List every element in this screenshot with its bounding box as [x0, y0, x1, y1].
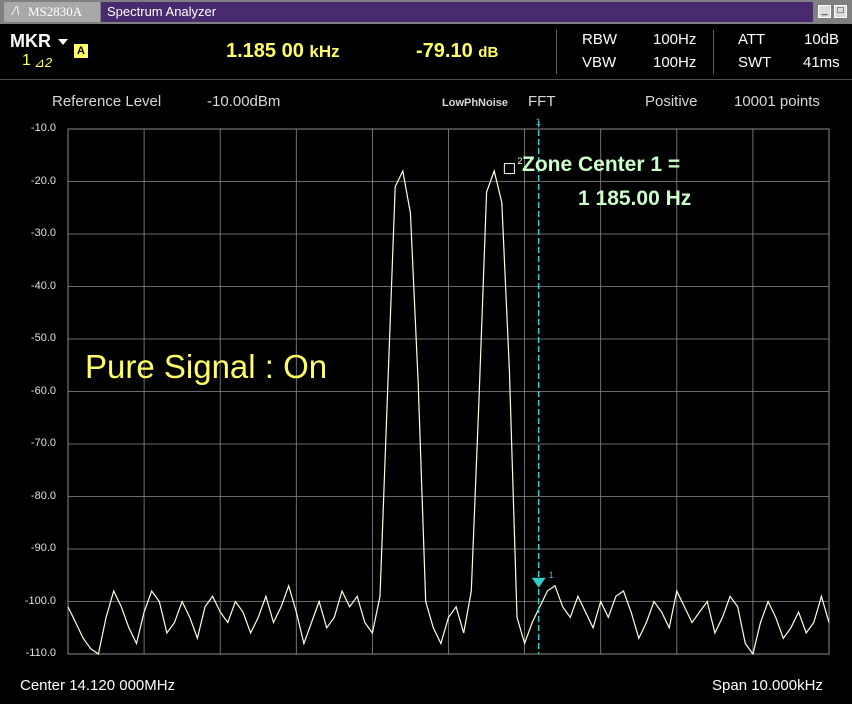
zone-center-value: 1 185.00 Hz — [578, 187, 692, 210]
marker-1-triangle[interactable] — [531, 577, 546, 588]
zone-center-label: Zone Center 1 = — [522, 153, 681, 176]
zone-line-tag: 1 — [535, 117, 541, 127]
grid — [67, 128, 830, 655]
frequency-span[interactable]: Span 10.000kHz — [712, 677, 823, 694]
marker-2-square[interactable] — [503, 163, 515, 175]
pure-signal-annotation: Pure Signal : On — [85, 348, 328, 385]
center-frequency[interactable]: Center 14.120 000MHz — [20, 677, 175, 694]
marker-1-tag: 1 — [548, 569, 554, 580]
